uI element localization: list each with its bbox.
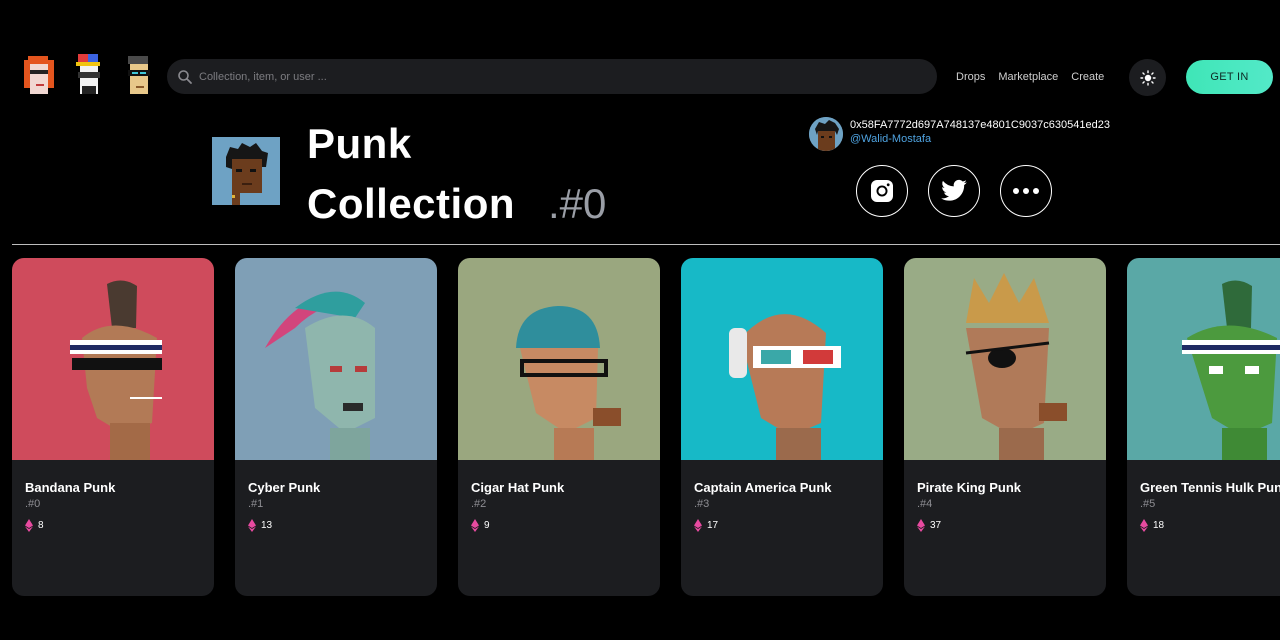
twitter-icon (941, 179, 967, 201)
nft-card[interactable]: Bandana Punk .#0 8 (12, 258, 214, 596)
main-nav: Drops Marketplace Create (956, 71, 1104, 83)
collection-title-line1: Punk (307, 120, 412, 167)
nft-image-captain-america-punk[interactable] (681, 258, 883, 460)
brand-logos[interactable] (18, 50, 158, 102)
nft-image-bandana-punk[interactable] (12, 258, 214, 460)
nav-link-create[interactable]: Create (1071, 71, 1104, 83)
nft-card-price: 17 (694, 519, 718, 532)
nft-price-value: 9 (484, 520, 490, 531)
ethereum-icon (471, 519, 479, 532)
nft-price-value: 37 (930, 520, 942, 531)
instagram-icon (871, 180, 893, 202)
nft-image-cigar-hat-punk[interactable] (458, 258, 660, 460)
nft-price-value: 18 (1153, 520, 1165, 531)
nft-image-pirate-king-punk[interactable] (904, 258, 1106, 460)
sun-icon (1139, 69, 1156, 86)
nft-card-title: Green Tennis Hulk Punk (1140, 480, 1280, 495)
ethereum-icon (917, 519, 925, 532)
get-in-button[interactable]: GET IN (1186, 60, 1273, 94)
nft-image-cyber-punk[interactable] (235, 258, 437, 460)
nft-card-id: .#2 (471, 498, 487, 510)
nft-price-value: 13 (261, 520, 273, 531)
owner-handle-link[interactable]: @Walid-Mostafa (850, 133, 931, 145)
theme-toggle-button[interactable] (1129, 59, 1166, 96)
ethereum-icon (694, 519, 702, 532)
section-divider (12, 244, 1280, 245)
nft-card-price: 18 (1140, 519, 1164, 532)
nft-card-title: Bandana Punk (25, 480, 116, 495)
more-icon (1013, 188, 1039, 194)
collection-avatar (212, 137, 280, 205)
collection-number: .#0 (548, 180, 607, 227)
nft-card[interactable]: Captain America Punk .#3 17 (681, 258, 883, 596)
nft-card-title: Pirate King Punk (917, 480, 1022, 495)
owner-address: 0x58FA7772d697A748137e4801C9037c630541ed… (850, 119, 1110, 131)
nft-card-title: Captain America Punk (694, 480, 832, 495)
nft-card-title: Cyber Punk (248, 480, 321, 495)
punk-logo-shades-icon[interactable] (118, 50, 158, 102)
nft-card[interactable]: Green Tennis Hulk Punk .#5 18 (1127, 258, 1280, 596)
punk-logo-red-hair-icon[interactable] (18, 50, 58, 102)
nav-link-marketplace[interactable]: Marketplace (998, 71, 1058, 83)
more-options-button[interactable] (1000, 165, 1052, 217)
page: Drops Marketplace Create GET IN Punk Col… (0, 0, 1280, 640)
nft-card[interactable]: Pirate King Punk .#4 37 (904, 258, 1106, 596)
nav-link-drops[interactable]: Drops (956, 71, 985, 83)
nft-card-price: 13 (248, 519, 272, 532)
ethereum-icon (25, 519, 33, 532)
nft-card-price: 8 (25, 519, 44, 532)
nft-card-title: Cigar Hat Punk (471, 480, 565, 495)
nft-price-value: 17 (707, 520, 719, 531)
search-input[interactable] (199, 70, 899, 83)
nft-card-id: .#3 (694, 498, 710, 510)
collection-title-line2: Collection (307, 180, 516, 227)
ethereum-icon (1140, 519, 1148, 532)
punk-logo-cap-icon[interactable] (68, 50, 108, 102)
nft-card-price: 9 (471, 519, 490, 532)
nft-price-value: 8 (38, 520, 44, 531)
twitter-button[interactable] (928, 165, 980, 217)
instagram-button[interactable] (856, 165, 908, 217)
owner-avatar[interactable] (809, 117, 843, 151)
nft-card-list: Bandana Punk .#0 8 Cyber Punk .#1 13 Cig… (12, 258, 1280, 596)
search-bar[interactable] (167, 59, 937, 94)
nft-card-id: .#0 (25, 498, 41, 510)
nft-card-id: .#5 (1140, 498, 1156, 510)
nft-image-green-tennis-hulk-punk[interactable] (1127, 258, 1280, 460)
nft-card[interactable]: Cyber Punk .#1 13 (235, 258, 437, 596)
nft-card-id: .#4 (917, 498, 933, 510)
nft-card-id: .#1 (248, 498, 264, 510)
ethereum-icon (248, 519, 256, 532)
search-icon (178, 69, 192, 84)
nft-card[interactable]: Cigar Hat Punk .#2 9 (458, 258, 660, 596)
nft-card-price: 37 (917, 519, 941, 532)
